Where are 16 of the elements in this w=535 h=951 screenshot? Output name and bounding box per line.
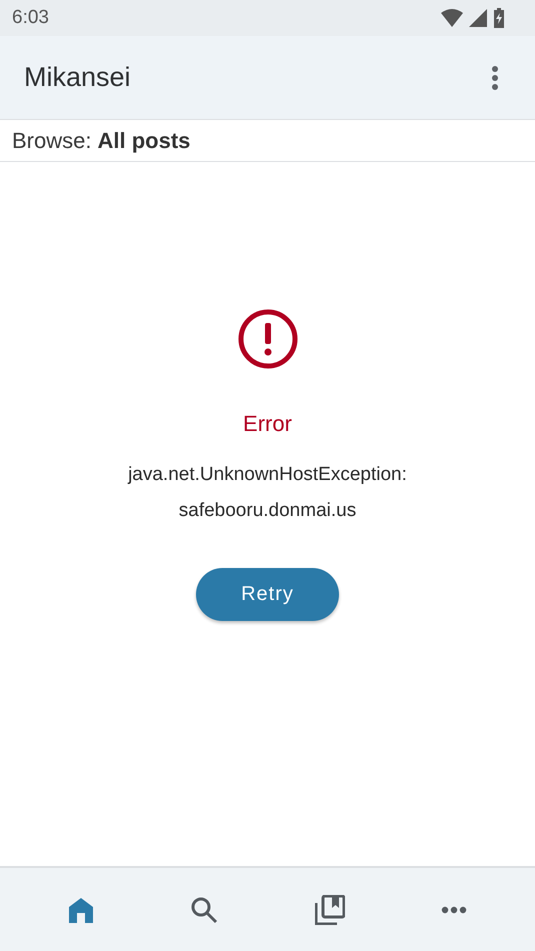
error-message: java.net.UnknownHostException: safebooru.donmai.us — [126, 463, 408, 523]
app-title: Mikansei — [24, 62, 131, 93]
battery-icon — [493, 8, 505, 28]
browse-label: Browse: — [12, 128, 92, 154]
error-icon — [236, 308, 298, 370]
wifi-icon — [441, 9, 463, 27]
browse-value[interactable]: All posts — [97, 128, 190, 154]
overflow-menu-icon[interactable] — [491, 64, 499, 90]
signal-icon — [469, 9, 487, 27]
bookmarked-pages-icon[interactable] — [314, 894, 345, 924]
retry-button[interactable]: Retry — [196, 568, 339, 621]
home-icon[interactable] — [68, 896, 94, 922]
error-title: Error — [243, 411, 292, 437]
search-icon[interactable] — [190, 896, 218, 924]
more-icon[interactable] — [440, 906, 467, 914]
status-time: 6:03 — [12, 7, 49, 29]
